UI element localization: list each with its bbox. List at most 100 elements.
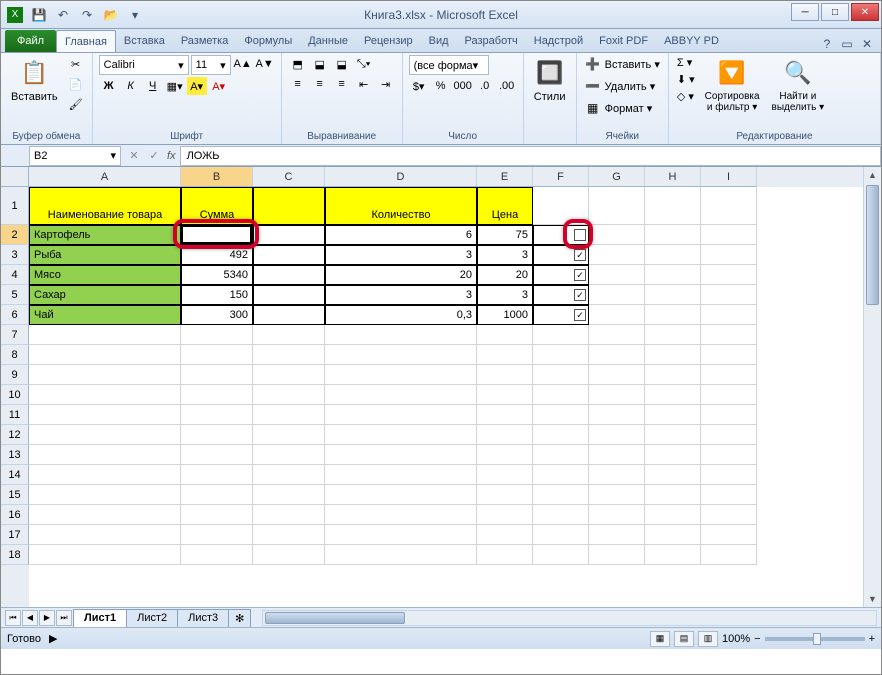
tab-Формулы[interactable]: Формулы	[236, 30, 300, 52]
tab-Вставка[interactable]: Вставка	[116, 30, 173, 52]
cell[interactable]	[325, 445, 477, 465]
ribbon-min-icon[interactable]: ▭	[839, 36, 855, 52]
cell[interactable]	[181, 445, 253, 465]
cell[interactable]	[645, 285, 701, 305]
font-color[interactable]: A▾	[209, 77, 229, 95]
new-sheet-button[interactable]: ✻	[228, 609, 251, 627]
cell-sum-2[interactable]: 5340	[181, 265, 253, 285]
cell[interactable]	[181, 525, 253, 545]
cell[interactable]	[589, 265, 645, 285]
qat-undo[interactable]: ↶	[53, 5, 73, 25]
align-center[interactable]: ≡	[310, 75, 330, 93]
cell[interactable]	[253, 445, 325, 465]
cell[interactable]	[253, 405, 325, 425]
cell[interactable]	[645, 385, 701, 405]
minimize-button[interactable]: ─	[791, 3, 819, 21]
number-format-combo[interactable]: (все форма▾	[409, 55, 489, 75]
row-header-4[interactable]: 4	[1, 265, 29, 285]
tab-Разметка[interactable]: Разметка	[173, 30, 237, 52]
italic-button[interactable]: К	[121, 77, 141, 95]
underline-button[interactable]: Ч	[143, 77, 163, 95]
cell[interactable]	[645, 345, 701, 365]
cell-name-3[interactable]: Сахар	[29, 285, 181, 305]
cell-c-2[interactable]	[253, 265, 325, 285]
cell[interactable]	[533, 545, 589, 565]
indent-inc[interactable]: ⇥	[376, 75, 396, 93]
cell[interactable]	[701, 187, 757, 225]
font-name-combo[interactable]: Calibri▾	[99, 55, 189, 75]
cell[interactable]	[181, 345, 253, 365]
tab-Главная[interactable]: Главная	[56, 30, 116, 52]
macro-icon[interactable]: ▶	[49, 632, 57, 645]
cell[interactable]	[533, 465, 589, 485]
cell[interactable]	[533, 345, 589, 365]
cell[interactable]	[29, 365, 181, 385]
indent-dec[interactable]: ⇤	[354, 75, 374, 93]
shrink-font[interactable]: A▼	[255, 55, 275, 73]
header-c[interactable]	[253, 187, 325, 225]
cell[interactable]	[589, 245, 645, 265]
doc-close-icon[interactable]: ✕	[859, 36, 875, 52]
paste-button[interactable]: 📋 Вставить	[7, 55, 62, 105]
cell[interactable]	[325, 425, 477, 445]
tab-Надстрой[interactable]: Надстрой	[526, 30, 591, 52]
align-left[interactable]: ≡	[288, 75, 308, 93]
align-bottom[interactable]: ⬓	[332, 55, 352, 73]
fx-icon[interactable]: fx	[167, 150, 176, 162]
help-icon[interactable]: ?	[819, 36, 835, 52]
sheet-nav-last[interactable]: ⏭	[56, 610, 72, 626]
cell[interactable]	[253, 425, 325, 445]
qat-more[interactable]: ▾	[125, 5, 145, 25]
sheet-nav-first[interactable]: ⏮	[5, 610, 21, 626]
cell[interactable]	[253, 525, 325, 545]
col-header-F[interactable]: F	[533, 167, 589, 187]
autosum[interactable]: Σ ▾	[675, 55, 697, 70]
cell[interactable]	[325, 405, 477, 425]
cell-c-3[interactable]	[253, 285, 325, 305]
cell[interactable]	[645, 425, 701, 445]
row-header-3[interactable]: 3	[1, 245, 29, 265]
fill-color[interactable]: A▾	[187, 77, 207, 95]
delete-cells[interactable]: ➖Удалить ▾	[583, 77, 658, 95]
cell[interactable]	[645, 525, 701, 545]
format-cells[interactable]: ▦Формат ▾	[583, 99, 655, 117]
cell[interactable]	[29, 485, 181, 505]
font-size-combo[interactable]: 11▾	[191, 55, 231, 75]
cell[interactable]	[701, 465, 757, 485]
zoom-out[interactable]: −	[754, 633, 760, 645]
sheet-tab-Лист1[interactable]: Лист1	[73, 609, 127, 627]
row-header-16[interactable]: 16	[1, 505, 29, 525]
cell-chk-4[interactable]: ✓	[533, 305, 589, 325]
cell[interactable]	[181, 325, 253, 345]
cell[interactable]	[701, 245, 757, 265]
cell[interactable]	[181, 385, 253, 405]
cell[interactable]	[181, 425, 253, 445]
header-qty[interactable]: Количество	[325, 187, 477, 225]
cell[interactable]	[29, 445, 181, 465]
cell-qty-1[interactable]: 3	[325, 245, 477, 265]
name-box[interactable]: B2▾	[29, 146, 121, 166]
copy-button[interactable]: 📄	[66, 75, 86, 93]
cell-chk-2[interactable]: ✓	[533, 265, 589, 285]
checkbox-4[interactable]: ✓	[574, 309, 586, 321]
cell[interactable]	[477, 425, 533, 445]
header-price[interactable]: Цена	[477, 187, 533, 225]
view-normal[interactable]: ▦	[650, 631, 670, 647]
cell[interactable]	[589, 365, 645, 385]
cell[interactable]	[325, 345, 477, 365]
cell-chk-3[interactable]: ✓	[533, 285, 589, 305]
cell[interactable]	[589, 285, 645, 305]
qat-save[interactable]: 💾	[29, 5, 49, 25]
scroll-down-arrow[interactable]: ▼	[864, 591, 881, 607]
cell[interactable]	[589, 405, 645, 425]
cell[interactable]	[29, 345, 181, 365]
cell-c-1[interactable]	[253, 245, 325, 265]
row-header-10[interactable]: 10	[1, 385, 29, 405]
cell[interactable]	[701, 385, 757, 405]
col-header-C[interactable]: C	[253, 167, 325, 187]
vscroll-thumb[interactable]	[866, 185, 879, 305]
cell[interactable]	[533, 385, 589, 405]
cell[interactable]	[701, 285, 757, 305]
col-header-G[interactable]: G	[589, 167, 645, 187]
cell[interactable]	[701, 505, 757, 525]
